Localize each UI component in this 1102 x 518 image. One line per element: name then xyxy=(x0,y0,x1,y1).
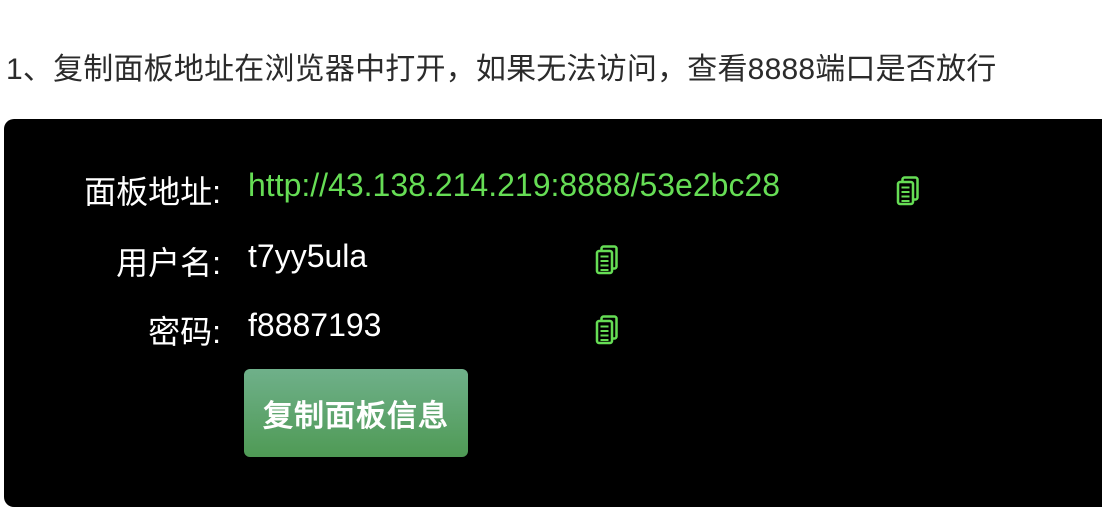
password-value[interactable]: f8887193 xyxy=(248,307,381,344)
copy-panel-info-button[interactable]: 复制面板信息 xyxy=(244,369,468,457)
address-label: 面板地址: xyxy=(84,174,221,210)
copy-username-icon[interactable] xyxy=(595,245,619,275)
username-label: 用户名: xyxy=(116,245,221,281)
address-value[interactable]: http://43.138.214.219:8888/53e2bc28 xyxy=(248,167,780,204)
username-value[interactable]: t7yy5ula xyxy=(248,238,367,275)
copy-password-icon[interactable] xyxy=(595,315,619,345)
copy-address-icon[interactable] xyxy=(896,176,920,206)
instruction-text: 1、复制面板地址在浏览器中打开，如果无法访问，查看8888端口是否放行 xyxy=(6,53,997,86)
password-label: 密码: xyxy=(148,314,221,350)
panel-info-box: 面板地址: http://43.138.214.219:8888/53e2bc2… xyxy=(4,119,1102,507)
